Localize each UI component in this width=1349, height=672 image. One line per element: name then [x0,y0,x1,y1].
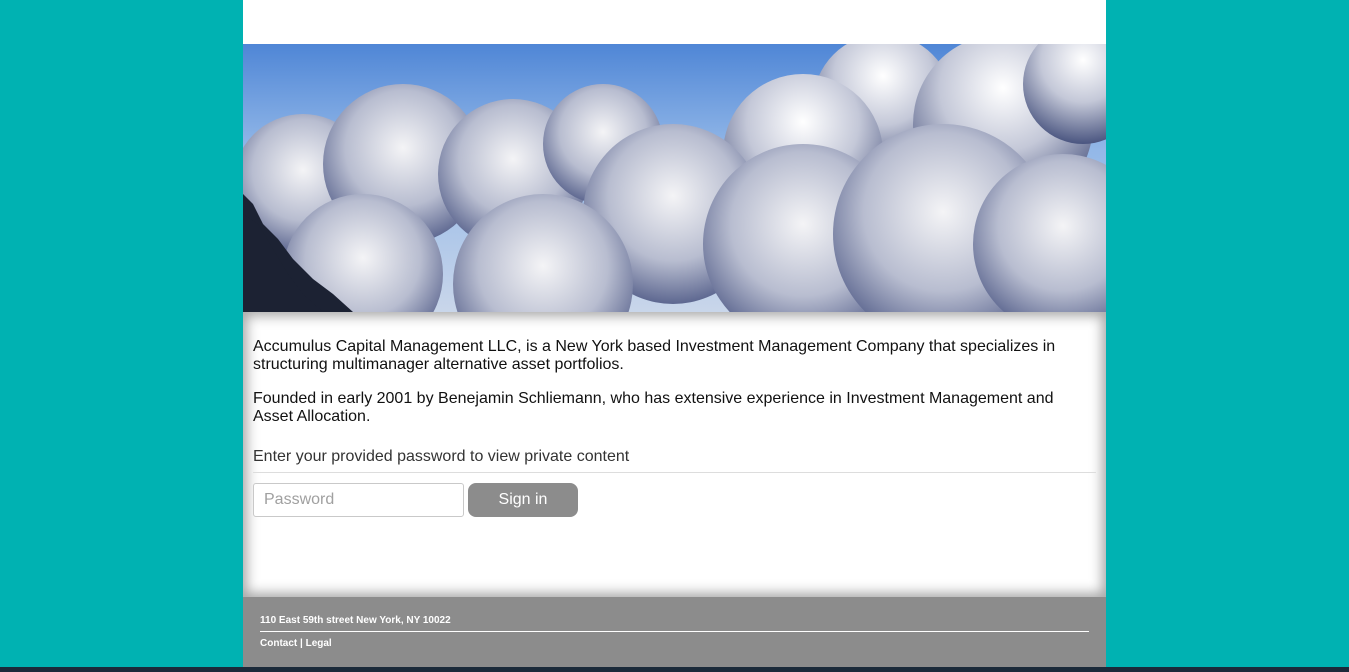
header-bar [243,0,1106,44]
founder-paragraph: Founded in early 2001 by Benejamin Schli… [253,390,1054,425]
password-prompt: Enter your provided password to view pri… [253,448,1096,473]
cloud-sky-photo-icon [243,44,1106,312]
contact-link[interactable]: Contact [260,638,297,649]
hero-image [243,44,1106,312]
intro-paragraph: Accumulus Capital Management LLC, is a N… [253,338,1056,373]
page-container: Accumulus Capital Management LLC, is a N… [243,0,1106,672]
os-taskbar [0,667,1349,672]
footer: 110 East 59th street New York, NY 10022 … [243,597,1106,672]
signin-form: Sign in [253,483,1096,517]
footer-divider [260,631,1089,632]
footer-address: 110 East 59th street New York, NY 10022 [260,615,451,626]
content-inner: Accumulus Capital Management LLC, is a N… [253,338,1096,517]
main-content: Accumulus Capital Management LLC, is a N… [243,312,1106,597]
legal-link[interactable]: Legal [306,638,332,649]
footer-link-separator: | [297,638,306,649]
footer-links: Contact | Legal [260,638,332,649]
password-input[interactable] [253,483,464,517]
sign-in-button[interactable]: Sign in [468,483,578,517]
